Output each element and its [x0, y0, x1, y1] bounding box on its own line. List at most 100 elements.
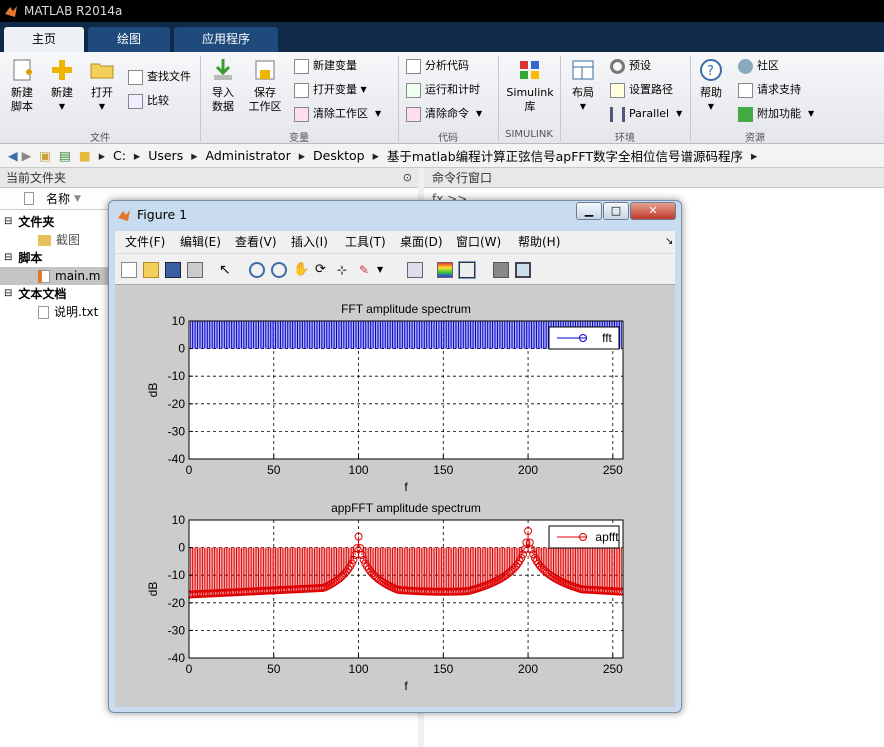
menu-file[interactable]: 文件(F) [125, 231, 165, 253]
menu-desktop[interactable]: 桌面(D) [400, 231, 443, 253]
data-cursor-icon[interactable]: ⊹ [337, 262, 353, 278]
set-path-button[interactable]: 设置路径 [610, 81, 673, 99]
new-script-icon [13, 59, 32, 81]
y-tick-label: -40 [168, 452, 186, 466]
find-files-icon [128, 69, 143, 85]
find-files-button[interactable]: 查找文件 [128, 68, 191, 86]
import-data-button[interactable]: 导入 数据 [206, 58, 240, 114]
compare-button[interactable]: 比较 [128, 92, 169, 110]
tree-group-folders[interactable]: ⊟ 文件夹 [4, 213, 54, 231]
tab-plots[interactable]: 绘图 [88, 27, 170, 52]
figure-logo-icon [118, 210, 130, 221]
legend-label: fft [602, 331, 612, 345]
menu-view[interactable]: 查看(V) [235, 231, 277, 253]
figure-menubar: 文件(F) 编辑(E) 查看(V) 插入(I) 工具(T) 桌面(D) 窗口(W… [115, 231, 675, 253]
figure-title: Figure 1 [137, 207, 188, 222]
new-variable-button[interactable]: 新建变量 [294, 57, 357, 75]
new-figure-icon[interactable] [121, 262, 137, 278]
path-segment[interactable]: 基于matlab编程计算正弦信号apFFT数字全相位信号谱源码程序 [387, 146, 743, 165]
show-plot-tools-icon[interactable] [515, 262, 531, 278]
rotate-icon[interactable]: ⟳ [315, 262, 331, 278]
x-tick-label: 100 [349, 463, 369, 477]
current-folder-header: 当前文件夹 ⊙ [0, 168, 418, 188]
back-arrow-icon[interactable]: ◀ [8, 148, 18, 163]
help-button[interactable]: ? 帮助 ▼ [696, 58, 726, 114]
svg-text:?: ? [707, 64, 714, 79]
clear-workspace-button[interactable]: 清除工作区 ▼ [294, 105, 381, 123]
clear-commands-button[interactable]: 清除命令 ▼ [406, 105, 482, 123]
open-button[interactable]: 打开 ▼ [86, 58, 118, 114]
gear-icon [610, 58, 625, 74]
maximize-button[interactable]: □ [603, 202, 629, 220]
x-tick-label: 250 [603, 463, 623, 477]
run-and-time-button[interactable]: 运行和计时 [406, 81, 480, 99]
menu-tools[interactable]: 工具(T) [345, 231, 386, 253]
new-button[interactable]: 新建 ▼ [44, 58, 80, 114]
y-tick-label: 10 [172, 314, 186, 328]
tree-group-text-docs[interactable]: ⊟ 文本文档 [4, 285, 66, 303]
legend-icon[interactable] [458, 261, 476, 279]
legend-label: apfft [595, 530, 619, 544]
figure-titlebar[interactable]: Figure 1 ▁ □ ✕ [109, 201, 681, 229]
parallel-button[interactable]: Parallel ▼ [610, 105, 682, 123]
path-segment[interactable]: Administrator [206, 148, 291, 163]
minimize-button[interactable]: ▁ [576, 202, 602, 220]
forward-arrow-icon[interactable]: ▶ [22, 148, 32, 163]
open-variable-button[interactable]: 打开变量 ▼ [294, 81, 367, 99]
tab-apps[interactable]: 应用程序 [174, 27, 278, 52]
menu-dock-arrow-icon[interactable]: ↘ [665, 231, 673, 253]
browse-folder-icon[interactable]: ▤ [59, 148, 71, 163]
print-icon[interactable] [187, 262, 203, 278]
tree-item-main-m[interactable]: main.m [0, 267, 108, 285]
save-workspace-button[interactable]: 保存 工作区 [246, 58, 284, 114]
pointer-icon[interactable]: ↖ [219, 262, 235, 278]
request-support-button[interactable]: 请求支持 [738, 81, 801, 99]
simulink-library-button[interactable]: Simulink 库 [504, 58, 556, 114]
preferences-button[interactable]: 预设 [610, 57, 651, 75]
path-segment[interactable]: C: [113, 148, 126, 163]
menu-insert[interactable]: 插入(I) [291, 231, 328, 253]
brush-dropdown-icon[interactable]: ▼ [377, 262, 393, 278]
zoom-in-icon[interactable] [249, 262, 265, 278]
folder-open-icon [90, 63, 114, 79]
simulink-label: Simulink 库 [506, 86, 554, 113]
brush-icon[interactable]: ✎ [359, 262, 375, 278]
colorbar-icon[interactable] [437, 262, 453, 278]
path-segment[interactable]: Users [148, 148, 183, 163]
tree-item-screenshots[interactable]: 截图 [38, 231, 80, 249]
x-axis-label: f [404, 480, 408, 494]
save-icon[interactable] [165, 262, 181, 278]
address-bar[interactable]: ◀ ▶ ▣ ▤ ■ ▸ C: ▸ Users ▸ Administrator ▸ Des… [0, 144, 884, 168]
clear-commands-icon [406, 106, 421, 122]
y-tick-label: -20 [168, 397, 186, 411]
menu-window[interactable]: 窗口(W) [456, 231, 501, 253]
ribbon-tabs: 主页 绘图 应用程序 [0, 22, 884, 52]
hide-plot-tools-icon[interactable] [493, 262, 509, 278]
parallel-icon [610, 106, 625, 122]
x-tick-label: 50 [267, 662, 281, 676]
y-tick-label: -30 [168, 623, 186, 637]
y-tick-label: 0 [178, 541, 185, 555]
menu-edit[interactable]: 编辑(E) [180, 231, 221, 253]
tree-group-scripts[interactable]: ⊟ 脚本 [4, 249, 42, 267]
addons-icon [738, 106, 753, 122]
open-file-icon[interactable] [143, 262, 159, 278]
analyze-code-button[interactable]: 分析代码 [406, 57, 469, 75]
layout-button[interactable]: 布局 ▼ [566, 58, 600, 114]
panel-menu-icon[interactable]: ⊙ [403, 168, 412, 188]
addons-button[interactable]: 附加功能 ▼ [738, 105, 814, 123]
close-button[interactable]: ✕ [630, 202, 676, 220]
menu-help[interactable]: 帮助(H) [518, 231, 560, 253]
figure-window: Figure 1 ▁ □ ✕ 文件(F) 编辑(E) 查看(V) 插入(I) 工… [108, 200, 682, 713]
link-plot-icon[interactable] [407, 262, 423, 278]
new-script-button[interactable]: 新建 脚本 [6, 58, 38, 114]
tree-item-readme[interactable]: 说明.txt [38, 303, 98, 321]
up-folder-icon[interactable]: ▣ [39, 148, 51, 163]
y-axis-label: dB [146, 582, 160, 597]
support-icon [738, 82, 753, 98]
path-segment[interactable]: Desktop [313, 148, 365, 163]
pan-hand-icon[interactable]: ✋ [293, 262, 309, 278]
community-button[interactable]: 社区 [738, 57, 779, 75]
tab-home[interactable]: 主页 [4, 27, 84, 52]
zoom-out-icon[interactable] [271, 262, 287, 278]
